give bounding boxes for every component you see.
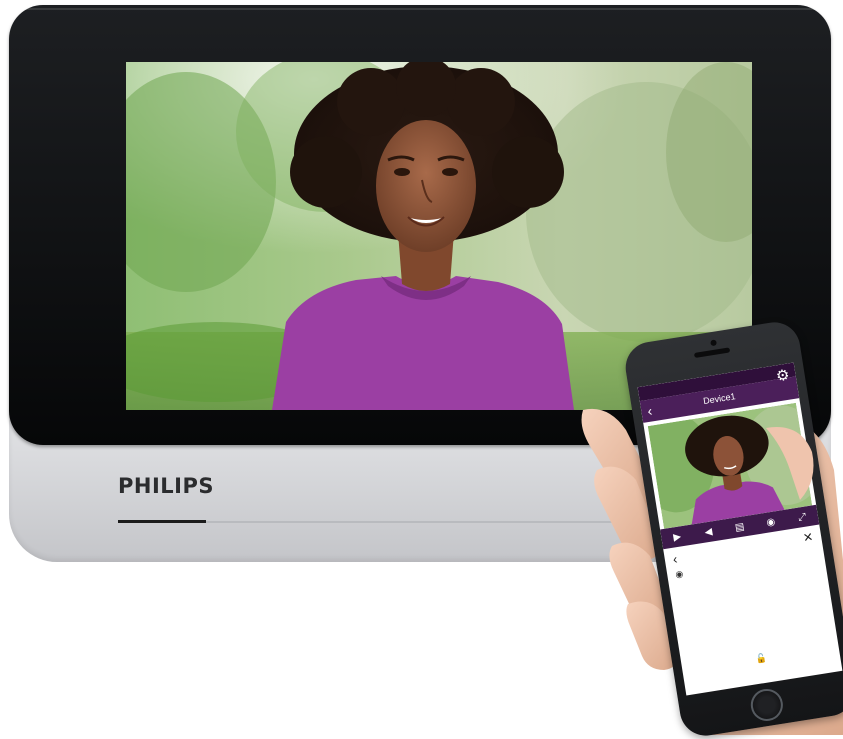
thumb <box>766 427 814 500</box>
